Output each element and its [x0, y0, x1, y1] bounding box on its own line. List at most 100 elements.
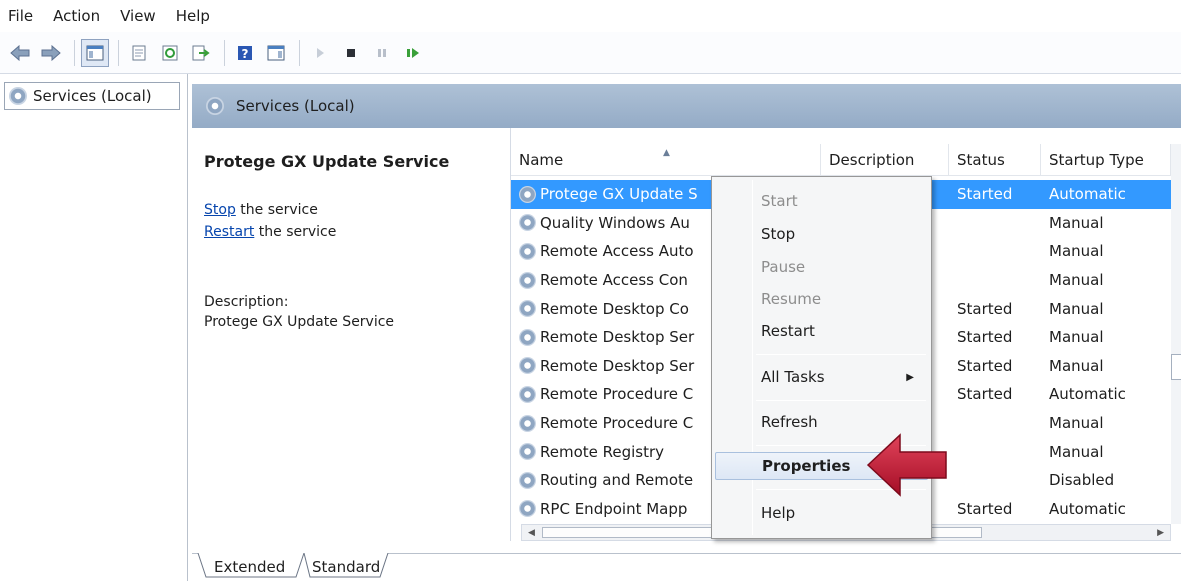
description-label: Description:	[204, 294, 289, 310]
vertical-scrollbar[interactable]	[1171, 144, 1181, 524]
submenu-arrow-icon: ▶	[906, 371, 914, 383]
service-name: Routing and Remote	[540, 471, 694, 490]
svg-text:?: ?	[242, 47, 249, 61]
service-startup-type: Automatic	[1049, 499, 1126, 518]
column-header-description[interactable]: Description	[821, 144, 949, 175]
console-tree: Services (Local)	[0, 74, 188, 581]
start-icon[interactable]	[306, 39, 334, 67]
column-header-name[interactable]: Name ▲	[511, 144, 821, 175]
service-name: Remote Desktop Ser	[540, 328, 695, 347]
pause-icon[interactable]	[368, 39, 396, 67]
toolbar: ?	[0, 32, 1181, 74]
context-menu-separator	[756, 354, 926, 355]
column-header-label: Status	[957, 150, 1005, 169]
service-startup-type: Manual	[1049, 442, 1104, 461]
menu-action[interactable]: Action	[53, 7, 100, 25]
back-arrow-icon[interactable]	[6, 39, 34, 67]
service-name: Protege GX Update S	[540, 185, 698, 204]
service-startup-type: Manual	[1049, 356, 1104, 375]
restart-service-suffix: the service	[254, 224, 337, 240]
menu-view[interactable]: View	[120, 7, 156, 25]
service-name: Quality Windows Au	[540, 213, 690, 232]
service-title: Protege GX Update Service	[204, 152, 450, 171]
toolbar-separator	[74, 39, 75, 66]
service-name: Remote Desktop Ser	[540, 356, 695, 375]
service-startup-type: Disabled	[1049, 471, 1115, 490]
service-status: Started	[957, 328, 1013, 347]
service-gear-icon	[519, 214, 536, 232]
menu-file[interactable]: File	[8, 7, 33, 25]
stop-service-suffix: the service	[235, 202, 318, 218]
service-gear-icon	[519, 271, 536, 289]
context-menu-help[interactable]: Help	[715, 499, 928, 527]
sort-ascending-icon: ▲	[663, 148, 670, 158]
services-gear-icon	[206, 97, 224, 115]
service-name: Remote Access Con	[540, 271, 688, 290]
column-header-startup-type[interactable]: Startup Type	[1041, 144, 1171, 175]
restart-service-link[interactable]: Restart	[204, 224, 254, 240]
console-tree-icon[interactable]	[81, 38, 109, 67]
stop-icon[interactable]	[337, 39, 365, 67]
service-name: Remote Access Auto	[540, 242, 694, 261]
stop-service-row: Stop the service	[204, 202, 318, 218]
column-header-label: Startup Type	[1049, 150, 1144, 169]
service-startup-type: Automatic	[1049, 185, 1126, 204]
service-startup-type: Manual	[1049, 213, 1104, 232]
menu-bar: File Action View Help	[0, 0, 1181, 32]
vertical-scroll-thumb[interactable]	[1171, 354, 1181, 380]
forward-arrow-icon[interactable]	[37, 39, 65, 67]
service-gear-icon	[519, 300, 536, 318]
service-name: Remote Registry	[540, 442, 665, 461]
tree-item-services-local[interactable]: Services (Local)	[4, 82, 180, 110]
context-menu-all-tasks[interactable]: All Tasks ▶	[715, 363, 928, 391]
resume-icon[interactable]	[399, 39, 427, 67]
service-gear-icon	[519, 385, 536, 403]
menu-help[interactable]: Help	[176, 7, 210, 25]
service-gear-icon	[519, 443, 536, 461]
help-icon[interactable]: ?	[231, 39, 259, 67]
column-headers: Name ▲ Description Status Startup Type	[511, 144, 1171, 176]
column-header-label: Name	[519, 150, 564, 169]
service-gear-icon	[519, 500, 536, 518]
context-menu-pause[interactable]: Pause	[715, 253, 928, 281]
tab-standard[interactable]: Standard	[304, 554, 388, 580]
service-status: Started	[957, 356, 1013, 375]
service-startup-type: Manual	[1049, 328, 1104, 347]
context-menu-all-tasks-label: All Tasks	[761, 368, 825, 386]
service-name: Remote Procedure C	[540, 414, 694, 433]
tab-extended[interactable]: Extended	[206, 554, 293, 580]
description-text: Protege GX Update Service	[204, 314, 395, 330]
scroll-right-icon[interactable]: ▶	[1157, 528, 1164, 538]
properties-icon[interactable]	[125, 39, 153, 67]
scroll-left-icon[interactable]: ◀	[528, 528, 535, 538]
view-tabs: Extended Standard	[192, 553, 1181, 581]
context-menu-restart[interactable]: Restart	[715, 317, 928, 345]
context-menu-separator	[756, 400, 926, 401]
context-menu-start[interactable]: Start	[715, 187, 928, 215]
column-header-label: Description	[829, 150, 915, 169]
service-gear-icon	[519, 357, 536, 375]
header-title: Services (Local)	[236, 97, 355, 115]
services-gear-icon	[9, 87, 27, 105]
column-header-status[interactable]: Status	[949, 144, 1041, 175]
restart-service-row: Restart the service	[204, 224, 336, 240]
toolbar-separator	[224, 39, 225, 66]
context-menu-resume[interactable]: Resume	[715, 285, 928, 313]
service-startup-type: Manual	[1049, 299, 1104, 318]
toolbar-separator	[118, 39, 119, 66]
tree-item-label: Services (Local)	[33, 87, 152, 105]
service-name: RPC Endpoint Mapp	[540, 499, 688, 518]
service-startup-type: Manual	[1049, 414, 1104, 433]
toolbar-separator	[299, 39, 300, 66]
service-status: Started	[957, 385, 1013, 404]
context-menu-stop[interactable]: Stop	[715, 220, 928, 248]
show-hide-action-pane-icon[interactable]	[262, 39, 290, 67]
callout-arrow-icon	[866, 433, 947, 497]
service-status: Started	[957, 499, 1013, 518]
service-gear-icon	[519, 242, 536, 260]
service-name: Remote Procedure C	[540, 385, 694, 404]
stop-service-link[interactable]: Stop	[204, 202, 236, 218]
services-header: Services (Local)	[192, 84, 1181, 128]
refresh-icon[interactable]	[156, 39, 184, 67]
export-list-icon[interactable]	[187, 39, 215, 67]
